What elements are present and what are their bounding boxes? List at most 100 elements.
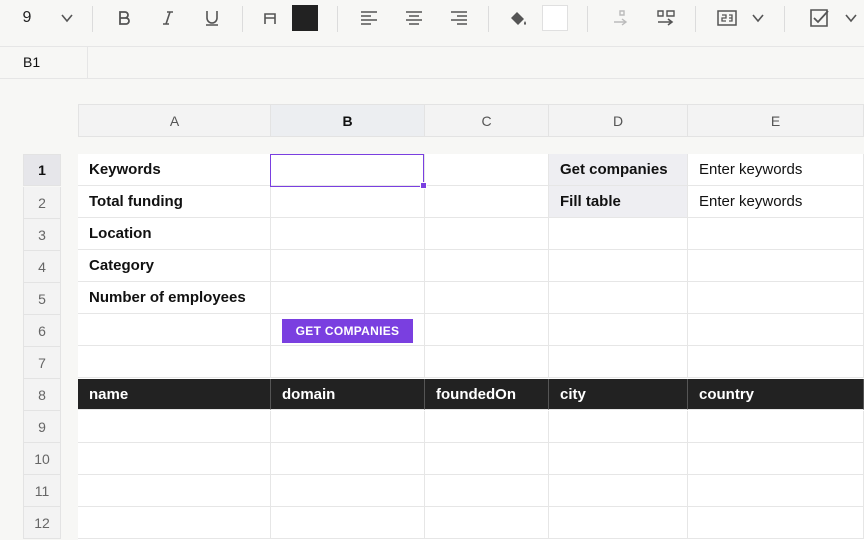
cell-e4[interactable] — [688, 250, 864, 282]
cell-d4[interactable] — [549, 250, 688, 282]
cell-c4[interactable] — [425, 250, 549, 282]
align-center-icon[interactable] — [402, 0, 426, 36]
cell-b12[interactable] — [271, 507, 425, 539]
column-header-a[interactable]: A — [78, 104, 271, 137]
cell-e6[interactable] — [688, 314, 864, 346]
bold-icon[interactable] — [112, 0, 136, 36]
cell-d12[interactable] — [549, 507, 688, 539]
cell-a2[interactable]: Total funding — [78, 186, 271, 218]
column-header-c[interactable]: C — [425, 104, 549, 137]
cell-b2[interactable] — [271, 186, 425, 218]
cell-e5[interactable] — [688, 282, 864, 314]
table-header-name[interactable]: name — [78, 379, 271, 410]
table-header-domain[interactable]: domain — [271, 379, 425, 410]
toolbar-divider — [488, 6, 489, 32]
cell-d10[interactable] — [549, 443, 688, 475]
cell-e1[interactable]: Enter keywords — [688, 154, 864, 186]
table-header-foundedon[interactable]: foundedOn — [425, 379, 549, 410]
cell-b5[interactable] — [271, 282, 425, 314]
cell-c6[interactable] — [425, 314, 549, 346]
number-format-icon[interactable] — [713, 0, 741, 36]
cell-c5[interactable] — [425, 282, 549, 314]
column-header-b[interactable]: B — [271, 104, 425, 137]
cell-a10[interactable] — [78, 443, 271, 475]
row-header-2[interactable]: 2 — [23, 187, 61, 219]
cell-d1[interactable]: Get companies — [549, 154, 688, 186]
cell-reference-box[interactable]: B1 — [0, 47, 88, 78]
cell-b10[interactable] — [271, 443, 425, 475]
row-header-6[interactable]: 6 — [23, 315, 61, 347]
formula-input[interactable] — [89, 47, 864, 78]
fill-handle[interactable] — [420, 182, 427, 189]
column-header-d[interactable]: D — [549, 104, 688, 137]
cell-b7[interactable] — [271, 346, 425, 378]
row-header-11[interactable]: 11 — [23, 475, 61, 507]
chevron-down-icon[interactable] — [56, 0, 78, 36]
sheet-grid: Keywords Get companies Enter keywords To… — [78, 154, 864, 540]
checkbox-icon[interactable] — [806, 0, 832, 36]
cell-e9[interactable] — [688, 411, 864, 443]
row-header-10[interactable]: 10 — [23, 443, 61, 475]
cell-c11[interactable] — [425, 475, 549, 507]
highlight-color-swatch[interactable] — [542, 0, 568, 36]
cell-d11[interactable] — [549, 475, 688, 507]
cell-c12[interactable] — [425, 507, 549, 539]
row-header-8[interactable]: 8 — [23, 379, 61, 411]
cell-a9[interactable] — [78, 411, 271, 443]
row-header-12[interactable]: 12 — [23, 507, 61, 539]
row-header-5[interactable]: 5 — [23, 283, 61, 315]
cell-c2[interactable] — [425, 186, 549, 218]
cell-d7[interactable] — [549, 346, 688, 378]
cell-e12[interactable] — [688, 507, 864, 539]
cell-a4[interactable]: Category — [78, 250, 271, 282]
cell-d9[interactable] — [549, 411, 688, 443]
cell-a3[interactable]: Location — [78, 218, 271, 250]
chevron-down-icon[interactable] — [840, 0, 862, 36]
cell-a12[interactable] — [78, 507, 271, 539]
cell-c1[interactable] — [425, 154, 549, 186]
align-left-icon[interactable] — [357, 0, 381, 36]
cell-d6[interactable] — [549, 314, 688, 346]
wrap-text-icon[interactable] — [608, 0, 634, 36]
italic-icon[interactable] — [156, 0, 180, 36]
cell-e10[interactable] — [688, 443, 864, 475]
cell-e2[interactable]: Enter keywords — [688, 186, 864, 218]
cell-b11[interactable] — [271, 475, 425, 507]
cell-e7[interactable] — [688, 346, 864, 378]
cell-c3[interactable] — [425, 218, 549, 250]
cell-a7[interactable] — [78, 346, 271, 378]
text-color-icon[interactable] — [258, 0, 282, 36]
row-header-4[interactable]: 4 — [23, 251, 61, 283]
cell-a11[interactable] — [78, 475, 271, 507]
cell-e3[interactable] — [688, 218, 864, 250]
column-header-e[interactable]: E — [688, 104, 864, 137]
cell-d2[interactable]: Fill table — [549, 186, 688, 218]
cell-c10[interactable] — [425, 443, 549, 475]
cell-a6[interactable] — [78, 314, 271, 346]
cell-d3[interactable] — [549, 218, 688, 250]
font-size-value[interactable]: 9 — [14, 0, 40, 36]
fill-color-swatch[interactable] — [291, 0, 319, 36]
row-header-7[interactable]: 7 — [23, 347, 61, 379]
cell-b4[interactable] — [271, 250, 425, 282]
cell-a1[interactable]: Keywords — [78, 154, 271, 186]
get-companies-button[interactable]: GET COMPANIES — [282, 319, 413, 343]
table-header-country[interactable]: country — [688, 379, 864, 410]
cell-c7[interactable] — [425, 346, 549, 378]
row-header-9[interactable]: 9 — [23, 411, 61, 443]
table-header-city[interactable]: city — [549, 379, 688, 410]
cell-e11[interactable] — [688, 475, 864, 507]
cell-b9[interactable] — [271, 411, 425, 443]
chevron-down-icon[interactable] — [747, 0, 769, 36]
row-header-3[interactable]: 3 — [23, 219, 61, 251]
cell-a5[interactable]: Number of employees — [78, 282, 271, 314]
cell-b3[interactable] — [271, 218, 425, 250]
row-header-1[interactable]: 1 — [23, 154, 61, 186]
underline-icon[interactable] — [200, 0, 224, 36]
align-right-icon[interactable] — [447, 0, 471, 36]
cell-c9[interactable] — [425, 411, 549, 443]
formula-bar: B1 — [0, 46, 864, 79]
paint-bucket-icon[interactable] — [505, 0, 531, 36]
merge-cells-icon[interactable] — [653, 0, 679, 36]
cell-d5[interactable] — [549, 282, 688, 314]
